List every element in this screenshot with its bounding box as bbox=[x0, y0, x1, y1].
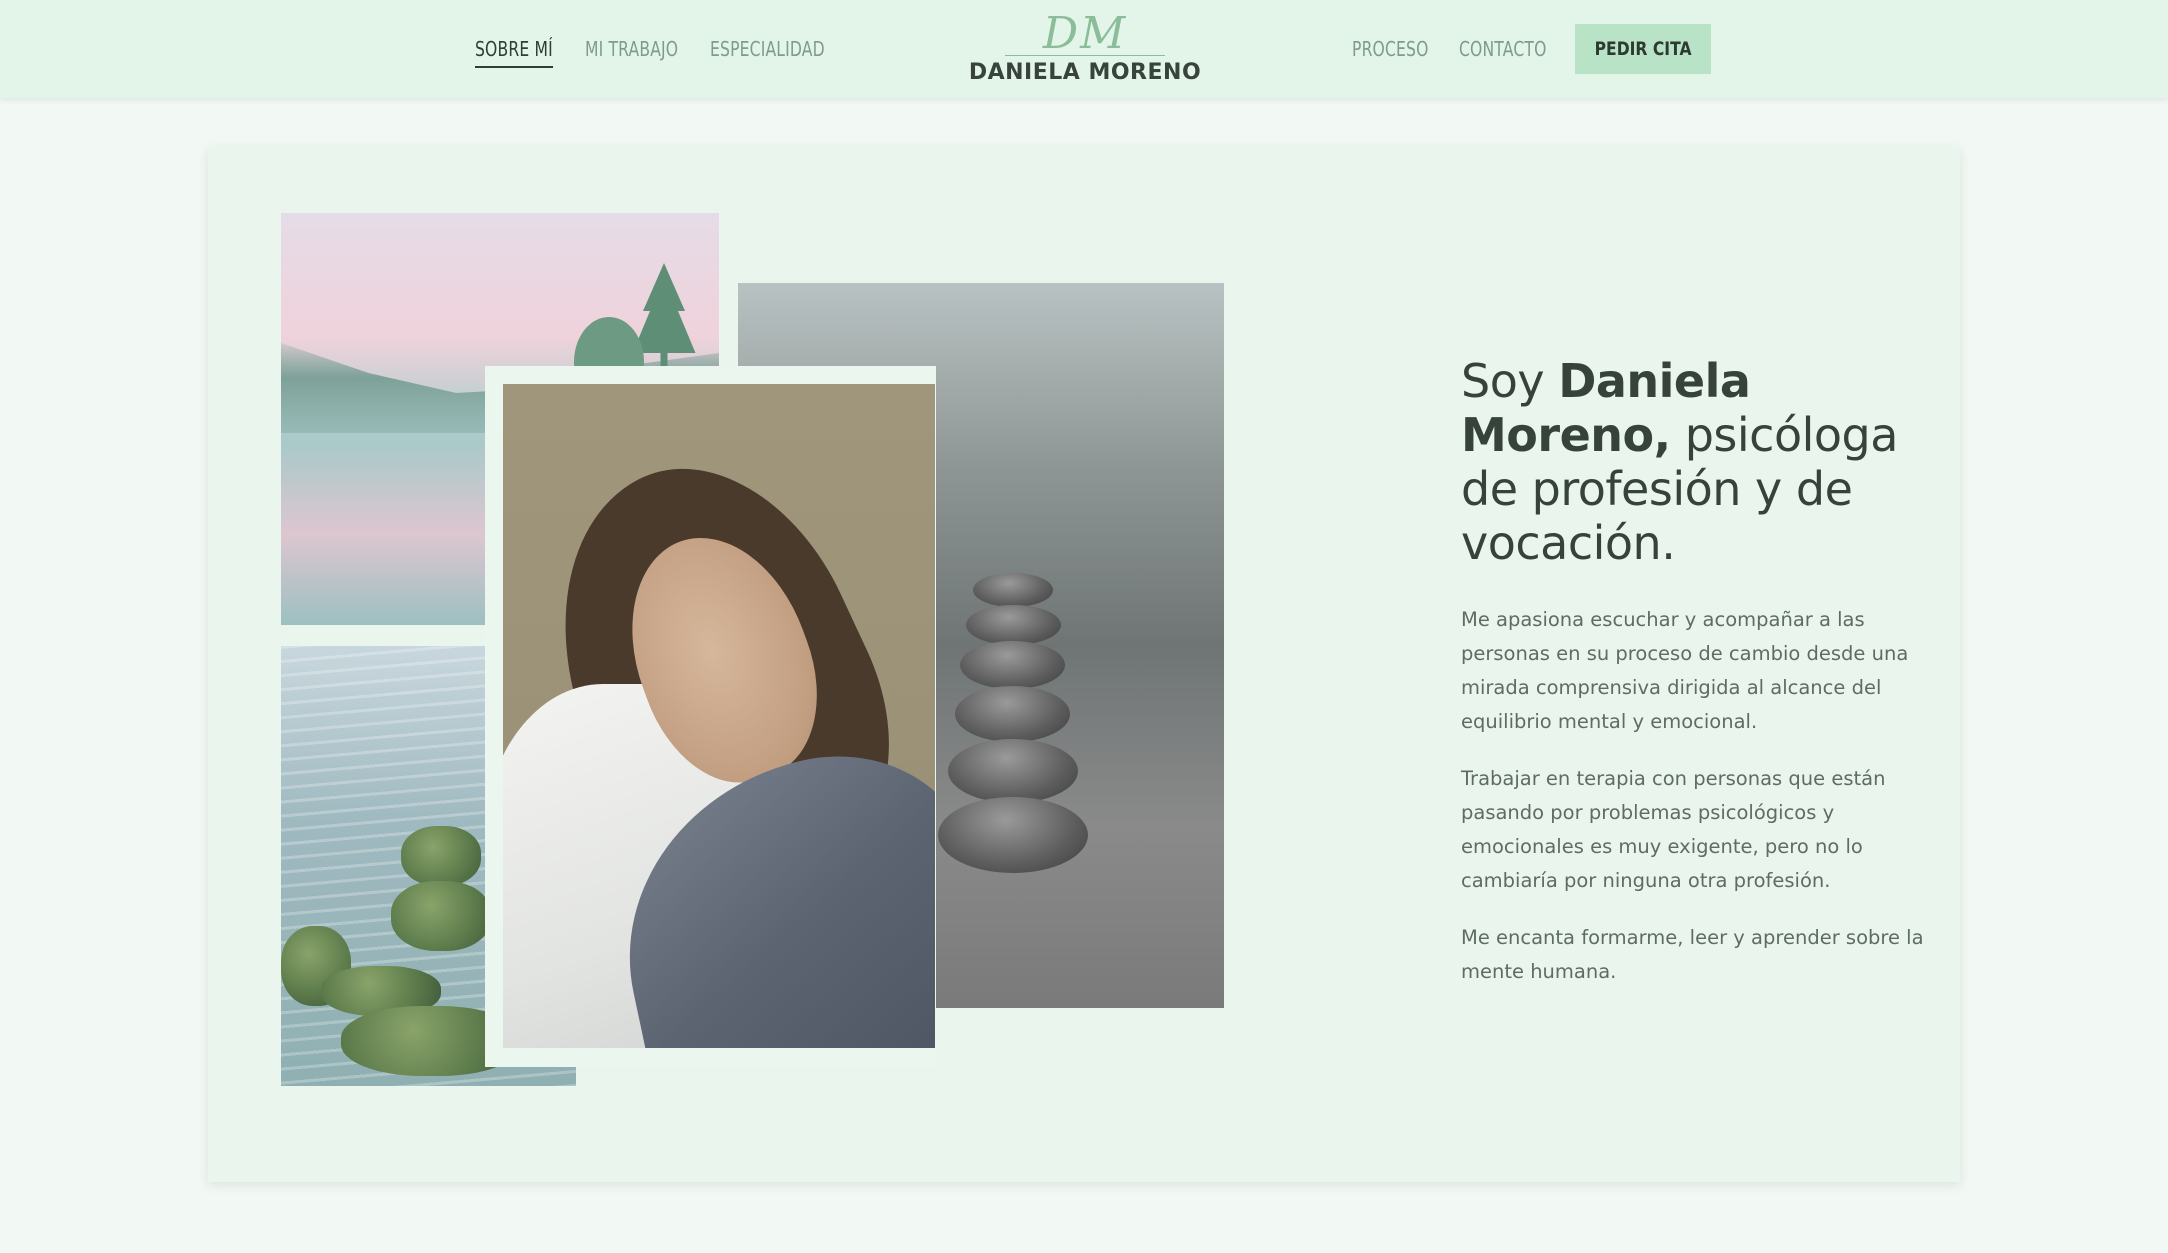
mossy-rock bbox=[391, 881, 491, 951]
nav-especialidad[interactable]: ESPECIALIDAD bbox=[710, 34, 825, 68]
site-header: SOBRE MÍ MI TRABAJO ESPECIALIDAD DM DANI… bbox=[0, 0, 2168, 98]
portrait-frame bbox=[485, 366, 936, 1067]
portrait-photo bbox=[503, 384, 935, 1048]
about-heading: Soy Daniela Moreno, psicóloga de profesi… bbox=[1461, 354, 1931, 570]
stone bbox=[960, 641, 1065, 689]
pedir-cita-button[interactable]: PEDIR CITA bbox=[1575, 24, 1711, 74]
about-paragraph-1: Me apasiona escuchar y acompañar a las p… bbox=[1461, 608, 1909, 733]
stone bbox=[966, 605, 1061, 645]
logo-name: DANIELA MORENO bbox=[968, 60, 1202, 85]
nav-sobre-mi[interactable]: SOBRE MÍ bbox=[475, 34, 553, 68]
logo-monogram: DM bbox=[1042, 8, 1128, 59]
logo-divider bbox=[1005, 55, 1165, 56]
stone bbox=[938, 797, 1088, 873]
about-paragraph-3: Me encanta formarme, leer y aprender sob… bbox=[1461, 926, 1924, 983]
about-paragraph-2: Trabajar en terapia con personas que est… bbox=[1461, 767, 1886, 892]
stone bbox=[973, 573, 1053, 607]
pedir-cita-label: PEDIR CITA bbox=[1594, 38, 1692, 60]
nav-contacto[interactable]: CONTACTO bbox=[1459, 34, 1547, 68]
nav-proceso[interactable]: PROCESO bbox=[1352, 34, 1429, 68]
nav-mi-trabajo[interactable]: MI TRABAJO bbox=[585, 34, 678, 68]
stone bbox=[948, 739, 1078, 803]
stone bbox=[955, 686, 1070, 742]
site-logo[interactable]: DM DANIELA MORENO bbox=[960, 8, 1210, 86]
mossy-rock bbox=[401, 826, 481, 886]
heading-prefix: Soy bbox=[1461, 354, 1559, 408]
